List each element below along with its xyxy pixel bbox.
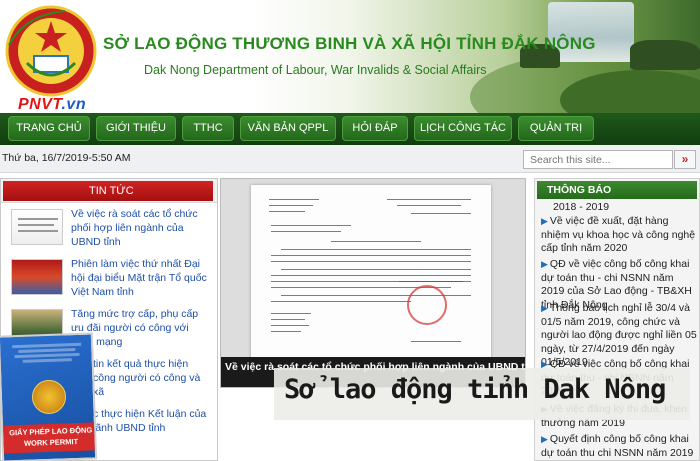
news-item[interactable]: Về việc rà soát các tổ chức phối hợp liê… <box>1 205 217 255</box>
notice-item[interactable]: 2018 - 2019 <box>553 201 699 215</box>
work-permit-image: GIẤY PHÉP LAO ĐỘNG WORK PERMIT <box>0 332 98 461</box>
news-item[interactable]: Phiên làm việc thứ nhất Đại hội đại biểu… <box>1 255 217 305</box>
news-title[interactable]: Về việc rà soát các tổ chức phối hợp liê… <box>71 207 213 249</box>
notice-item[interactable]: ▶ Quyết định công bố công khai dự toán th… <box>541 433 697 460</box>
nav-item-schedule[interactable]: LỊCH CÔNG TÁC <box>414 116 512 141</box>
search-input[interactable] <box>523 150 673 169</box>
bullet-icon: ▶ <box>541 216 548 226</box>
nav-item-legal-documents[interactable]: VĂN BẢN QPPL <box>240 116 336 141</box>
featured-document-image[interactable] <box>251 185 491 361</box>
notice-text[interactable]: Về việc đề xuất, đặt hàng nhiệm vụ khoa … <box>541 215 695 254</box>
news-heading[interactable]: TIN TỨC <box>3 181 213 201</box>
overlay-banner: Sở lao động tỉnh Dak Nông <box>274 368 690 420</box>
toolbar: Thứ ba, 16/7/2019-5:50 AM » <box>0 145 700 173</box>
news-title[interactable]: Phiên làm việc thứ nhất Đại hội đại biểu… <box>71 257 213 299</box>
news-title[interactable]: c thực hiện Kết luận của lãnh UBND tỉnh <box>93 407 213 435</box>
header-scenery-rock <box>630 40 700 70</box>
bullet-icon: ▶ <box>541 303 548 313</box>
news-thumbnail[interactable] <box>11 259 63 295</box>
overlay-text: Sở lao động tỉnh Dak Nông <box>284 374 666 405</box>
nav-item-procedures[interactable]: TTHC <box>182 116 234 141</box>
nav-item-admin[interactable]: QUẢN TRỊ <box>518 116 594 141</box>
bullet-icon: ▶ <box>541 434 548 444</box>
search-button[interactable]: » <box>674 150 696 169</box>
site-title: SỞ LAO ĐỘNG THƯƠNG BINH VÀ XÃ HỘI TỈNH Đ… <box>103 34 596 53</box>
site-subtitle: Dak Nong Department of Labour, War Inval… <box>144 63 487 77</box>
notices-heading: THÔNG BÁO <box>537 181 697 199</box>
news-thumbnail[interactable] <box>11 209 63 245</box>
page: PNVT.vn SỞ LAO ĐỘNG THƯƠNG BINH VÀ XÃ HỘ… <box>0 0 700 461</box>
site-header: PNVT.vn SỞ LAO ĐỘNG THƯƠNG BINH VÀ XÃ HỘ… <box>0 0 700 113</box>
national-emblem-icon <box>31 379 67 415</box>
watermark-logo: PNVT.vn <box>18 96 86 113</box>
nav-item-about[interactable]: GIỚI THIỆU <box>96 116 176 141</box>
nav-item-home[interactable]: TRANG CHỦ <box>8 116 90 141</box>
ministry-logo-icon[interactable] <box>5 5 97 97</box>
news-panel-header: TIN TỨC <box>1 179 217 203</box>
featured-article[interactable]: Về việc rà soát các tổ chức phối hợp liê… <box>220 178 526 388</box>
notices-list[interactable]: 2018 - 2019 ▶ Về việc đề xuất, đặt hàng n… <box>535 201 699 460</box>
document-stamp-icon <box>407 285 447 325</box>
nav-item-qa[interactable]: HỎI ĐÁP <box>342 116 408 141</box>
permit-header-fineprint <box>4 341 90 366</box>
notice-item[interactable]: ▶ Về việc đề xuất, đặt hàng nhiệm vụ khoa… <box>541 215 697 256</box>
watermark-suffix: .vn <box>61 96 87 113</box>
notice-text[interactable]: Quyết định công bố công khai dự toán thu… <box>541 433 693 460</box>
main-nav: TRANG CHỦ GIỚI THIỆU TTHC VĂN BẢN QPPL H… <box>0 113 700 145</box>
watermark-text: PNVT <box>18 96 62 113</box>
current-date: Thứ ba, 16/7/2019-5:50 AM <box>2 152 131 164</box>
news-title[interactable]: tin kết quả thực hiện công người có công… <box>93 357 213 399</box>
bullet-icon: ▶ <box>541 259 548 269</box>
